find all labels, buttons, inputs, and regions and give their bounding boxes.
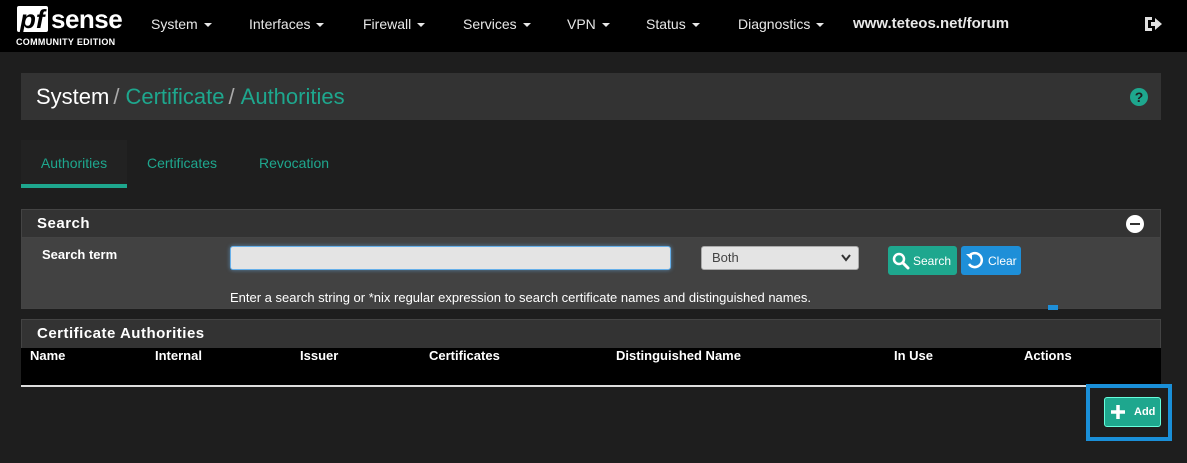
tab-certificates[interactable]: Certificates [147,140,217,188]
tab-revocation[interactable]: Revocation [259,140,329,188]
sign-out-icon[interactable] [1143,15,1163,33]
breadcrumb-certificate[interactable]: Certificate [125,84,224,110]
breadcrumb-system: System [36,83,110,109]
nav-firewall[interactable]: Firewall [363,0,426,52]
add-button[interactable]: Add [1104,397,1161,427]
search-panel-title: Search [37,215,91,232]
nav-status[interactable]: Status [646,0,700,52]
search-panel-header: Search [21,209,1161,238]
nav-system-label: System [151,16,198,32]
logo-sense: sense [51,4,123,34]
ca-panel-title: Certificate Authorities [37,325,205,342]
plus-icon [1111,405,1125,419]
caret-down-icon [601,23,610,28]
caret-down-icon [417,23,426,28]
caret-down-icon [691,23,700,28]
search-term-label: Search term [42,247,118,262]
caret-down-icon [816,23,825,28]
col-in-use[interactable]: In Use [894,348,933,363]
search-button-label: Search [913,253,952,268]
breadcrumb-authorities[interactable]: Authorities [241,84,345,110]
clear-button-label: Clear [988,253,1017,268]
ca-panel-header: Certificate Authorities [21,319,1161,349]
col-distinguished-name[interactable]: Distinguished Name [616,348,741,363]
nav-status-label: Status [646,16,686,32]
caret-down-icon [522,23,531,28]
col-certificates[interactable]: Certificates [429,348,500,363]
clear-button[interactable]: Clear [961,246,1021,275]
nav-diagnostics-label: Diagnostics [738,16,811,32]
nav-vpn[interactable]: VPN [567,0,610,52]
nav-services[interactable]: Services [463,0,531,52]
ca-table-header: Name Internal Issuer Certificates Distin… [21,348,1161,387]
add-button-label: Add [1134,406,1156,418]
nav-vpn-label: VPN [567,16,596,32]
col-internal[interactable]: Internal [155,348,202,363]
breadcrumb-separator: / [228,83,235,109]
search-input[interactable] [230,246,671,270]
col-actions[interactable]: Actions [1024,348,1072,363]
nav-url[interactable]: www.teteos.net/forum [853,0,1009,52]
col-issuer[interactable]: Issuer [300,348,338,363]
pfsense-logo[interactable]: pf sense COMMUNITY EDITION [16,5,124,47]
search-button[interactable]: Search [888,246,957,275]
undo-icon [966,251,984,268]
caret-down-icon [316,23,325,28]
resize-handle [1048,305,1058,310]
nav-interfaces[interactable]: Interfaces [249,0,325,52]
search-help-text: Enter a search string or *nix regular ex… [230,290,811,305]
minus-circle-icon[interactable] [1126,215,1144,233]
nav-diagnostics[interactable]: Diagnostics [738,0,825,52]
chevron-down-icon [841,254,851,262]
top-navbar: pf sense COMMUNITY EDITION System Interf… [0,0,1187,52]
search-scope-value: Both [712,250,739,265]
help-icon[interactable]: ? [1130,88,1148,106]
col-name[interactable]: Name [30,348,65,363]
nav-system[interactable]: System [151,0,212,52]
breadcrumb: System / Certificate / Authorities ? [21,73,1161,120]
caret-down-icon [203,23,212,28]
search-scope-select[interactable]: Both [701,246,859,270]
nav-interfaces-label: Interfaces [249,16,311,32]
breadcrumb-separator: / [113,83,120,109]
nav-firewall-label: Firewall [363,16,412,32]
search-panel-body: Search term Both Search Clear Enter a se… [21,238,1161,309]
logo-pf: pf [17,6,48,32]
search-icon [892,252,910,269]
nav-services-label: Services [463,16,517,32]
tab-authorities[interactable]: Authorities [21,140,127,188]
logo-edition: COMMUNITY EDITION [16,37,116,47]
